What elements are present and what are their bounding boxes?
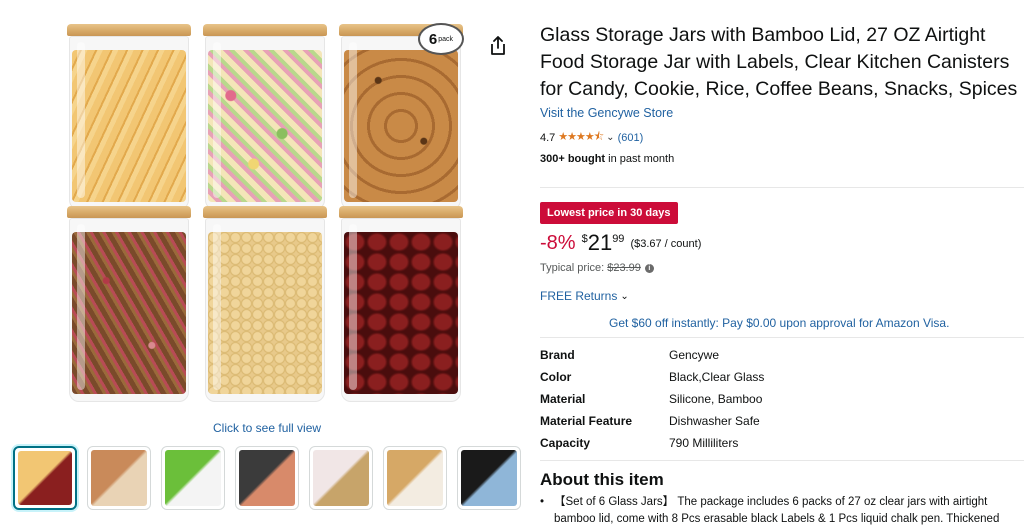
spec-value: 790 Milliliters [669,436,739,450]
price-row: -8% $ 21 99 ($3.67 / count) [540,230,701,256]
spec-table: Brand Gencywe Color Black,Clear Glass Materi… [540,344,764,454]
thumb-dishwasher[interactable] [457,446,521,510]
thumbnail-image [387,450,443,506]
typical-price: Typical price: $23.99 i [540,262,654,274]
jar-soybeans [203,206,327,402]
thumb-lids[interactable] [383,446,447,510]
thumb-pasta-hand[interactable] [235,446,299,510]
info-icon[interactable]: i [644,263,654,273]
spec-row: Color Black,Clear Glass [540,366,764,388]
product-info: Glass Storage Jars with Bamboo Lid, 27 O… [540,22,1024,165]
divider [540,337,1024,338]
store-link[interactable]: Visit the Gencywe Store [540,106,673,120]
product-title: Glass Storage Jars with Bamboo Lid, 27 O… [540,24,1018,100]
spec-row: Capacity 790 Milliliters [540,432,764,454]
rating-row: 4.7 ★★★★⯪ ⌄ (601) [540,128,1024,147]
spec-row: Material Silicone, Bamboo [540,388,764,410]
thumbnail-image [91,450,147,506]
main-product-image[interactable]: 6 pack [67,18,469,414]
pack-count-number: 6 [428,30,438,48]
feature-bullet-text: 【Set of 6 Glass Jars】 The package includ… [554,496,1000,525]
jar-bow-pasta [203,24,327,210]
bullet-dot: • [540,496,545,508]
free-returns-link[interactable]: FREE Returns ⌄ [540,289,632,303]
chevron-down-icon[interactable]: ⌄ [606,132,614,143]
spec-key: Brand [540,348,575,362]
rating-count-link[interactable]: (601) [618,132,644,144]
thumbnail-image [461,450,517,506]
price-whole: 21 [587,230,613,255]
price-cents: 99 [612,233,625,245]
typical-price-value: $23.99 [607,262,641,274]
deal-badge: Lowest price in 30 days [540,202,678,224]
spec-value: Gencywe [669,348,720,362]
bought-period: in past month [605,153,675,165]
price-per-count: ($3.67 / count) [630,238,702,250]
thumb-kitchen[interactable] [87,446,151,510]
thumbnail-image [313,450,369,506]
spec-key: Material [540,392,586,406]
jar-rosebuds [67,206,191,402]
about-heading: About this item [540,470,664,489]
thumb-labels[interactable] [161,446,225,510]
spec-value: Black,Clear Glass [669,370,765,384]
pack-count-text: pack [438,35,454,43]
thumb-candy[interactable] [309,446,373,510]
bought-count: 300+ bought [540,153,606,165]
thumbnail-image [239,450,295,506]
share-icon[interactable] [489,36,507,56]
chevron-down-icon: ⌄ [620,290,629,302]
spec-value: Dishwasher Safe [669,414,760,428]
pack-count-badge: 6 pack [418,23,464,55]
divider [540,187,1024,188]
thumbnail-image [18,451,72,505]
thumbnail-image [165,450,221,506]
spec-key: Material Feature [540,414,633,428]
spec-key: Color [540,370,572,384]
rating-score: 4.7 [540,131,556,144]
typical-price-label: Typical price: [540,262,605,274]
bought-in-past-month: 300+ bought in past month [540,153,1024,165]
spec-row: Brand Gencywe [540,344,764,366]
thumb-jars[interactable] [13,446,77,510]
jar-dates [339,206,463,402]
visa-promo-link[interactable]: Get $60 off instantly: Pay $0.00 upon ap… [609,316,949,330]
jar-pasta [67,24,191,210]
discount-percent: -8% [540,232,576,254]
feature-bullet: • 【Set of 6 Glass Jars】 The package incl… [540,494,1024,528]
spec-value: Silicone, Bamboo [669,392,763,406]
spec-key: Capacity [540,436,591,450]
free-returns-label: FREE Returns [540,289,618,303]
spec-row: Material Feature Dishwasher Safe [540,410,764,432]
see-full-view-link[interactable]: Click to see full view [213,421,321,435]
thumbnail-strip [13,446,521,510]
divider [540,460,1024,461]
star-rating-icon[interactable]: ★★★★⯪ [558,128,604,147]
